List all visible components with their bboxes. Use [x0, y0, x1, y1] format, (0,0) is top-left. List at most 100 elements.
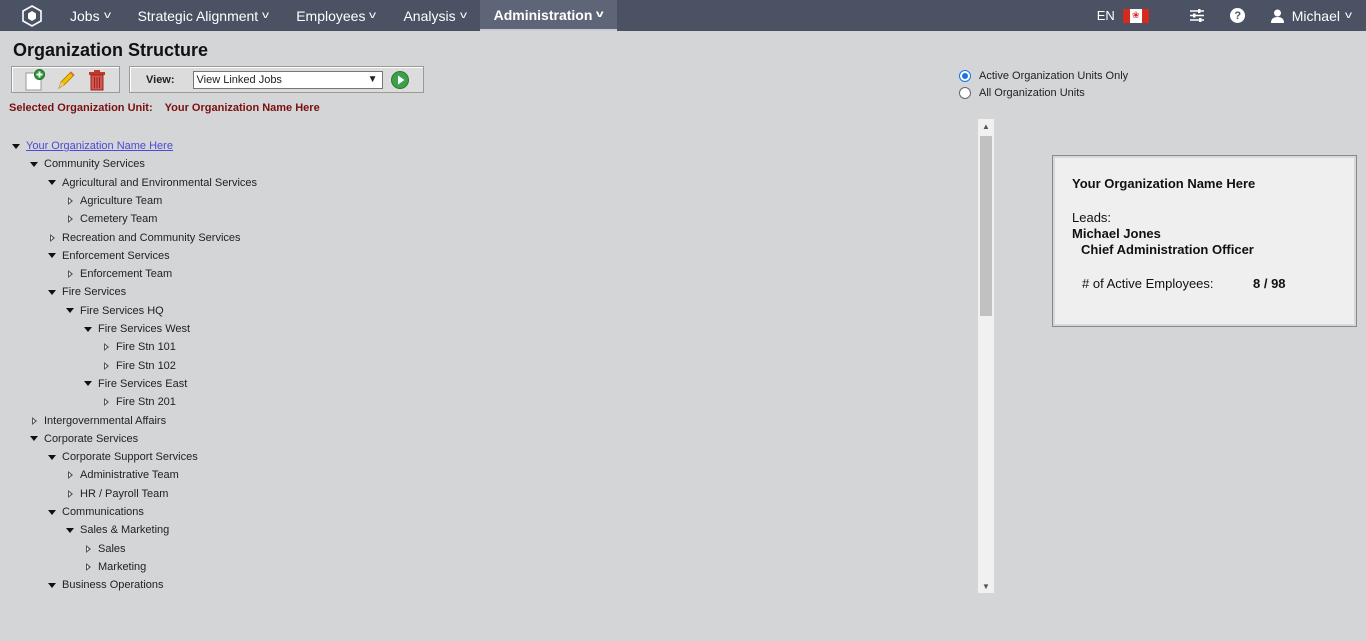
- go-play-button[interactable]: [390, 70, 410, 90]
- nav-jobs[interactable]: Jobs v: [56, 0, 124, 31]
- radio-active-only[interactable]: Active Organization Units Only: [959, 67, 1128, 84]
- tree-node-label[interactable]: Cemetery Team: [80, 213, 157, 225]
- collapse-triangle-icon[interactable]: [61, 521, 79, 539]
- tree-node-label[interactable]: Agricultural and Environmental Services: [62, 177, 257, 189]
- expand-triangle-icon[interactable]: [61, 265, 79, 283]
- tree-node[interactable]: Cemetery Team: [61, 210, 157, 228]
- tree-node-label[interactable]: Fire Services HQ: [80, 305, 164, 317]
- tree-node[interactable]: Marketing: [79, 558, 146, 576]
- tree-node[interactable]: Intergovernmental Affairs: [25, 412, 166, 430]
- tree-node-label[interactable]: Community Services: [44, 158, 145, 170]
- tree-scrollbar[interactable]: ▲ ▼: [978, 119, 994, 593]
- radio-button[interactable]: [959, 86, 971, 99]
- delete-trash-icon[interactable]: [86, 69, 108, 91]
- nav-analysis[interactable]: Analysis v: [389, 0, 479, 31]
- collapse-triangle-icon[interactable]: [79, 375, 97, 393]
- edit-pencil-icon[interactable]: [55, 69, 77, 91]
- collapse-triangle-icon[interactable]: [43, 503, 61, 521]
- user-menu[interactable]: Michael v: [1270, 8, 1352, 24]
- view-select[interactable]: View Linked Jobs ▼: [192, 70, 383, 89]
- tree-node[interactable]: Fire Services: [43, 283, 126, 301]
- collapse-triangle-icon[interactable]: [79, 320, 97, 338]
- collapse-triangle-icon[interactable]: [43, 247, 61, 265]
- language-label[interactable]: EN: [1097, 8, 1115, 23]
- collapse-triangle-icon[interactable]: [25, 155, 43, 173]
- tree-node-label[interactable]: Sales & Marketing: [80, 524, 169, 536]
- tree-node[interactable]: Corporate Support Services: [43, 448, 198, 466]
- settings-sliders-icon[interactable]: [1189, 8, 1205, 24]
- tree-node[interactable]: Agricultural and Environmental Services: [43, 174, 257, 192]
- tree-node[interactable]: Recreation and Community Services: [43, 229, 241, 247]
- tree-node-label[interactable]: Business Operations: [62, 579, 164, 591]
- tree-node-label[interactable]: Corporate Support Services: [62, 451, 198, 463]
- tree-node-label[interactable]: Sales: [98, 543, 126, 555]
- tree-node[interactable]: Administrative Team: [61, 466, 179, 484]
- expand-triangle-icon[interactable]: [97, 357, 115, 375]
- expand-triangle-icon[interactable]: [79, 540, 97, 558]
- tree-node[interactable]: Enforcement Team: [61, 265, 172, 283]
- tree-node[interactable]: Fire Services HQ: [61, 302, 164, 320]
- tree-node-label[interactable]: Fire Services: [62, 286, 126, 298]
- tree-node[interactable]: Fire Services East: [79, 375, 187, 393]
- tree-node-label[interactable]: Fire Services East: [98, 378, 187, 390]
- tree-node-label[interactable]: Intergovernmental Affairs: [44, 415, 166, 427]
- tree-node-label[interactable]: HR / Payroll Team: [80, 488, 168, 500]
- expand-triangle-icon[interactable]: [61, 485, 79, 503]
- tree-node-label[interactable]: Agriculture Team: [80, 195, 162, 207]
- tree-node-label[interactable]: Fire Stn 102: [116, 360, 176, 372]
- tree-node[interactable]: Business Operations: [43, 576, 164, 592]
- expand-triangle-icon[interactable]: [79, 558, 97, 576]
- help-icon[interactable]: ?: [1230, 8, 1246, 24]
- tree-node[interactable]: HR / Payroll Team: [61, 485, 168, 503]
- collapse-triangle-icon[interactable]: [61, 302, 79, 320]
- radio-all-units[interactable]: All Organization Units: [959, 84, 1128, 101]
- scroll-down-arrow-icon[interactable]: ▼: [978, 579, 994, 593]
- nav-employees[interactable]: Employees v: [282, 0, 389, 31]
- tree-node-label[interactable]: Enforcement Team: [80, 268, 172, 280]
- add-org-unit-icon[interactable]: [24, 68, 46, 91]
- tree-node[interactable]: Sales: [79, 540, 126, 558]
- tree-node-label[interactable]: Fire Stn 101: [116, 341, 176, 353]
- expand-triangle-icon[interactable]: [61, 210, 79, 228]
- nav-strategic-alignment[interactable]: Strategic Alignment v: [124, 0, 283, 31]
- tree-node-label[interactable]: Administrative Team: [80, 469, 179, 481]
- nav-administration[interactable]: Administration v: [479, 0, 617, 31]
- tree-node-label[interactable]: Marketing: [98, 561, 146, 573]
- tree-node[interactable]: Fire Stn 201: [97, 393, 176, 411]
- tree-node[interactable]: Enforcement Services: [43, 247, 170, 265]
- expand-triangle-icon[interactable]: [61, 192, 79, 210]
- tree-node[interactable]: Agriculture Team: [61, 192, 162, 210]
- tree-node[interactable]: Community Services: [25, 155, 145, 173]
- expand-triangle-icon[interactable]: [25, 412, 43, 430]
- tree-node-label[interactable]: Fire Stn 201: [116, 396, 176, 408]
- collapse-triangle-icon[interactable]: [7, 137, 25, 155]
- tree-node-label[interactable]: Communications: [62, 506, 144, 518]
- collapse-triangle-icon[interactable]: [43, 283, 61, 301]
- tree-node-label[interactable]: Fire Services West: [98, 323, 190, 335]
- tree-node[interactable]: Fire Stn 102: [97, 357, 176, 375]
- app-logo-icon[interactable]: [20, 4, 44, 28]
- tree-node-label[interactable]: Your Organization Name Here: [26, 140, 173, 152]
- tree-node[interactable]: Sales & Marketing: [61, 521, 169, 539]
- tree-node[interactable]: Your Organization Name Here: [7, 137, 173, 155]
- expand-triangle-icon[interactable]: [97, 393, 115, 411]
- collapse-triangle-icon[interactable]: [43, 448, 61, 466]
- radio-button-checked[interactable]: [959, 69, 971, 82]
- tree-node[interactable]: Fire Services West: [79, 320, 190, 338]
- collapse-triangle-icon[interactable]: [43, 576, 61, 592]
- expand-triangle-icon[interactable]: [43, 229, 61, 247]
- tree-node[interactable]: Corporate Services: [25, 430, 138, 448]
- collapse-triangle-icon[interactable]: [43, 174, 61, 192]
- tree-node-label[interactable]: Recreation and Community Services: [62, 232, 241, 244]
- expand-triangle-icon[interactable]: [97, 338, 115, 356]
- tree-node[interactable]: Communications: [43, 503, 144, 521]
- tree-node-label[interactable]: Corporate Services: [44, 433, 138, 445]
- canada-flag-icon[interactable]: ❀: [1122, 8, 1149, 23]
- collapse-triangle-icon[interactable]: [25, 430, 43, 448]
- scroll-thumb[interactable]: [980, 136, 992, 316]
- tree-node[interactable]: Fire Stn 101: [97, 338, 176, 356]
- nav-analysis-label: Analysis: [403, 7, 456, 24]
- scroll-up-arrow-icon[interactable]: ▲: [978, 119, 994, 133]
- tree-node-label[interactable]: Enforcement Services: [62, 250, 170, 262]
- expand-triangle-icon[interactable]: [61, 466, 79, 484]
